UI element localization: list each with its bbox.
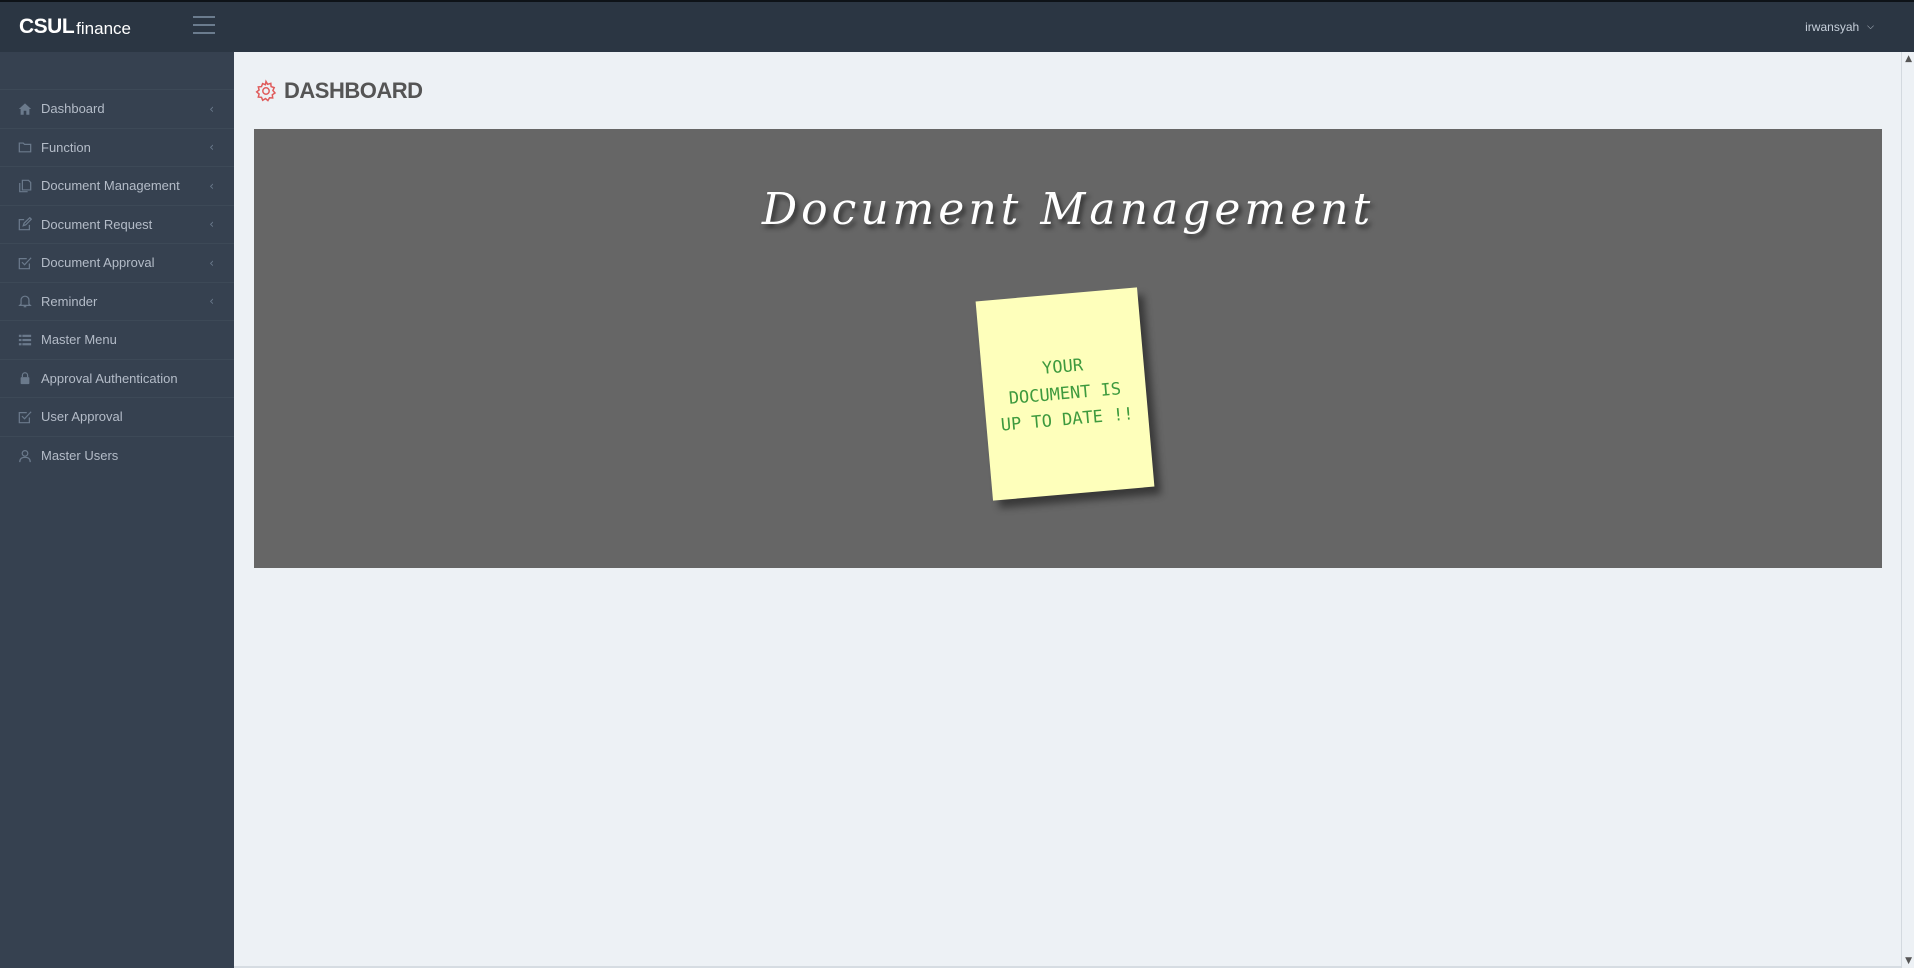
sidebar: Dashboard ‹ Function ‹ Document Manageme… xyxy=(0,52,234,968)
hamburger-line xyxy=(193,16,215,18)
sidebar-item-label: Document Management xyxy=(41,178,180,194)
bell-icon xyxy=(17,293,33,309)
sidebar-item-document-request[interactable]: Document Request ‹ xyxy=(0,206,234,244)
sidebar-item-label: Master Menu xyxy=(41,332,117,348)
main-content: DASHBOARD Document Management YOUR DOCUM… xyxy=(234,52,1901,968)
page-scrollbar[interactable]: ▲ ▼ xyxy=(1901,52,1914,968)
sidebar-item-master-menu[interactable]: Master Menu xyxy=(0,321,234,360)
lock-icon xyxy=(17,370,33,386)
gear-icon xyxy=(255,79,277,102)
chevron-down-icon: ⌵ xyxy=(1867,20,1874,31)
dashboard-banner: Document Management YOUR DOCUMENT IS UP … xyxy=(254,129,1882,568)
scroll-down-icon[interactable]: ▼ xyxy=(1905,956,1912,966)
user-icon xyxy=(17,448,33,464)
sticky-note: YOUR DOCUMENT IS UP TO DATE !! xyxy=(975,287,1155,501)
sidebar-item-user-approval[interactable]: User Approval xyxy=(0,398,234,437)
sidebar-item-label: Document Approval xyxy=(41,255,155,271)
hamburger-line xyxy=(193,32,215,34)
check-square-icon xyxy=(17,409,33,425)
top-header: CSUL finance irwansyah ⌵ xyxy=(0,0,1914,52)
sticky-note-text: YOUR DOCUMENT IS UP TO DATE !! xyxy=(992,349,1138,440)
brand-name-light: finance xyxy=(76,18,131,38)
user-name: irwansyah xyxy=(1805,20,1860,34)
sidebar-item-function[interactable]: Function ‹ xyxy=(0,129,234,167)
chevron-left-icon: ‹ xyxy=(209,178,214,193)
sidebar-item-label: User Approval xyxy=(41,409,123,425)
list-icon xyxy=(17,332,33,348)
sidebar-item-reminder[interactable]: Reminder ‹ xyxy=(0,283,234,321)
user-menu[interactable]: irwansyah ⌵ xyxy=(1805,20,1874,34)
sidebar-item-document-approval[interactable]: Document Approval ‹ xyxy=(0,244,234,283)
sidebar-item-label: Approval Authentication xyxy=(41,370,178,386)
sidebar-item-label: Reminder xyxy=(41,293,98,309)
banner-heading: Document Management xyxy=(761,184,1375,235)
check-square-icon xyxy=(17,255,33,271)
chevron-left-icon: ‹ xyxy=(209,294,214,309)
sidebar-toggle-icon[interactable] xyxy=(193,16,215,34)
scroll-up-icon[interactable]: ▲ xyxy=(1905,54,1912,64)
sidebar-item-master-users[interactable]: Master Users xyxy=(0,437,234,476)
chevron-left-icon: ‹ xyxy=(209,217,214,232)
documents-icon xyxy=(17,178,33,194)
page-title-text: DASHBOARD xyxy=(284,78,423,103)
folder-icon xyxy=(17,139,33,155)
hamburger-line xyxy=(193,24,215,26)
brand-name-strong: CSUL xyxy=(19,15,75,38)
sidebar-item-label: Master Users xyxy=(41,448,119,464)
sidebar-item-label: Document Request xyxy=(41,216,153,232)
page-title: DASHBOARD xyxy=(254,78,423,104)
edit-icon xyxy=(17,216,33,232)
home-icon xyxy=(17,101,33,117)
chevron-left-icon: ‹ xyxy=(209,101,214,116)
sidebar-item-document-management[interactable]: Document Management ‹ xyxy=(0,167,234,206)
sidebar-spacer xyxy=(0,52,234,90)
sidebar-item-label: Function xyxy=(41,139,91,155)
chevron-left-icon: ‹ xyxy=(209,140,214,155)
sidebar-item-label: Dashboard xyxy=(41,101,105,117)
chevron-left-icon: ‹ xyxy=(209,255,214,270)
sidebar-item-approval-authentication[interactable]: Approval Authentication xyxy=(0,360,234,398)
sidebar-item-dashboard[interactable]: Dashboard ‹ xyxy=(0,90,234,129)
